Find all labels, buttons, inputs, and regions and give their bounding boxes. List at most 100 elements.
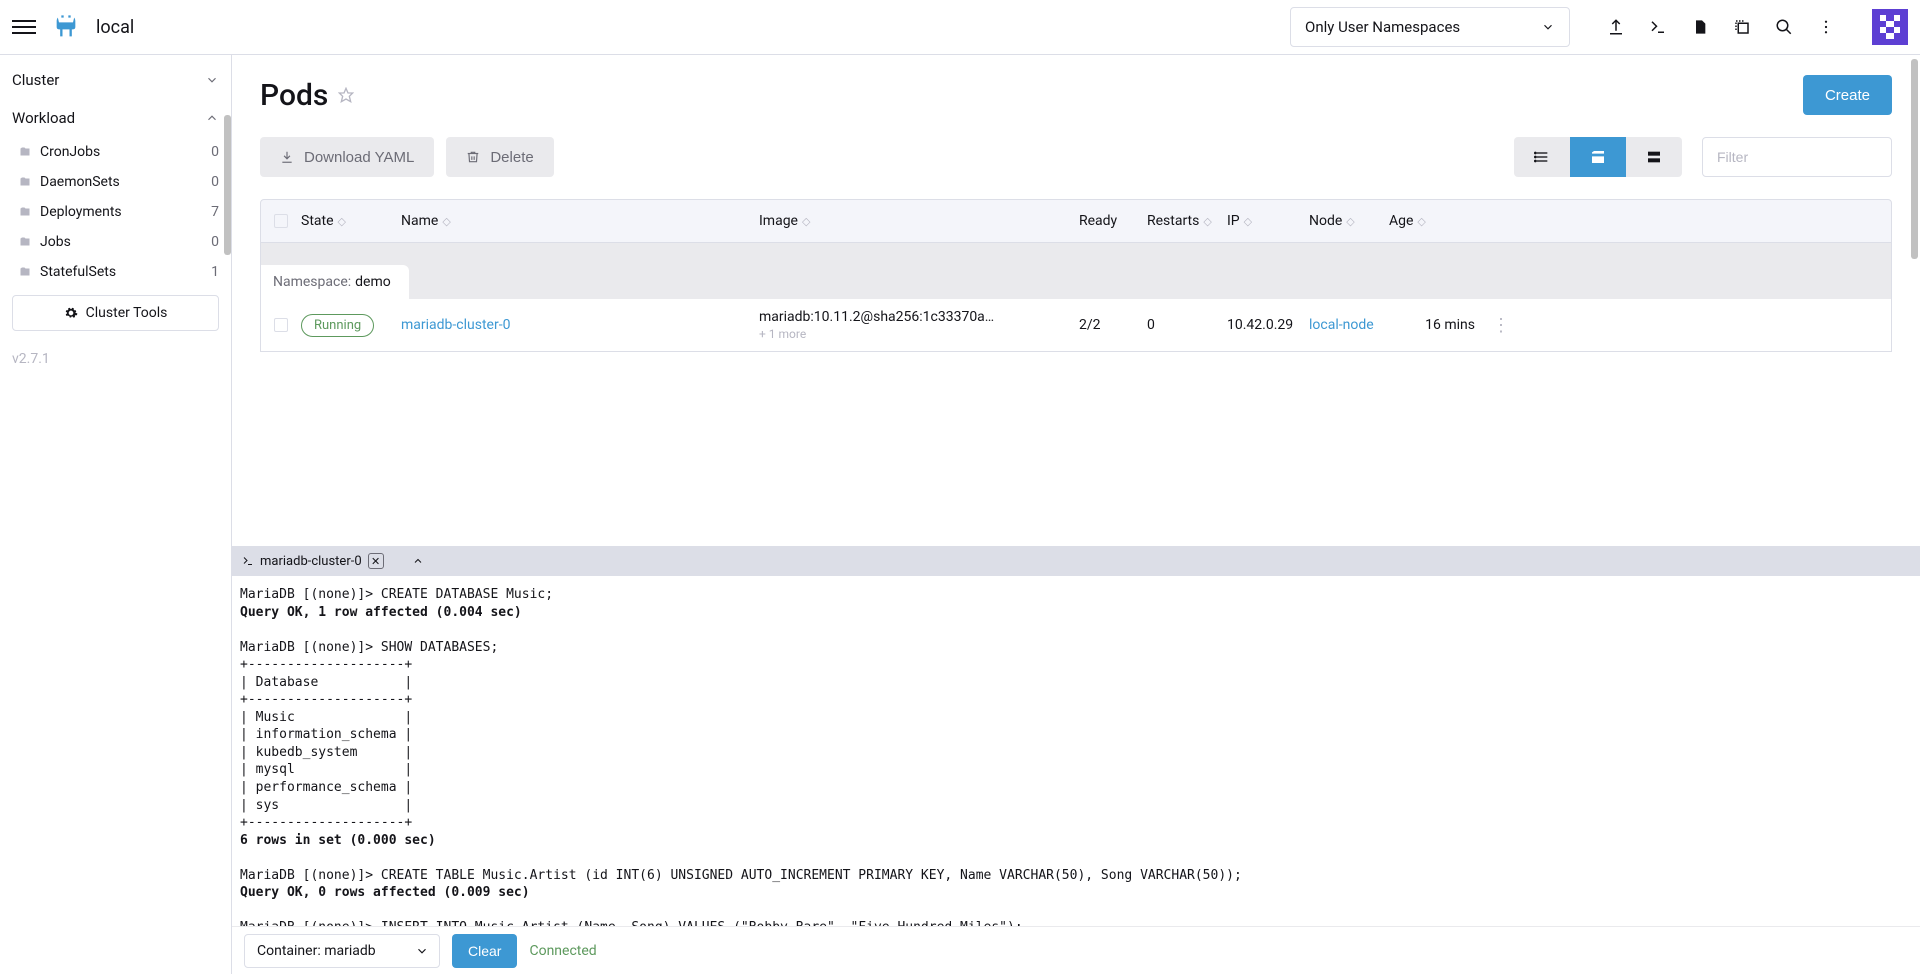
ip-value: 10.42.0.29 (1227, 317, 1309, 333)
body: Cluster Workload CronJobs 0 DaemonSets 0 Dep… (0, 55, 1920, 974)
page-title: Pods (260, 78, 328, 113)
row-actions-menu[interactable]: ⋮ (1483, 315, 1519, 336)
create-button[interactable]: Create (1803, 75, 1892, 115)
chevron-down-icon (205, 73, 219, 87)
sidebar-item[interactable]: Jobs 0 (0, 227, 231, 257)
favorite-star-icon[interactable] (338, 87, 354, 103)
shell-tab[interactable]: mariadb-cluster-0 ✕ (242, 553, 384, 569)
sort-icon: ◇ (802, 216, 810, 227)
import-yaml-icon[interactable] (1606, 17, 1626, 37)
namespace-selector[interactable]: Only User Namespaces (1290, 7, 1570, 47)
select-all-checkbox[interactable] (274, 214, 288, 228)
delete-button[interactable]: Delete (446, 137, 553, 177)
scrollbar-thumb[interactable] (1911, 59, 1918, 259)
kebab-menu-icon[interactable] (1816, 17, 1836, 37)
breadcrumb[interactable]: local (96, 17, 134, 38)
app-header: local Only User Namespaces (0, 0, 1920, 55)
clear-button[interactable]: Clear (452, 934, 517, 968)
sort-icon: ◇ (338, 216, 346, 227)
pod-name-link[interactable]: mariadb-cluster-0 (401, 317, 510, 333)
shell-tab-label: mariadb-cluster-0 (260, 554, 362, 569)
sidebar-item-label: DaemonSets (40, 174, 120, 190)
sort-icon: ◇ (1417, 216, 1425, 227)
col-image[interactable]: Image◇ (759, 213, 1079, 229)
folder-icon (18, 236, 32, 248)
namespace-tab[interactable]: Namespace: demo (261, 265, 409, 299)
sidebar-item-label: Jobs (40, 234, 71, 250)
sidebar: Cluster Workload CronJobs 0 DaemonSets 0 Dep… (0, 55, 232, 974)
sidebar-item-label: StatefulSets (40, 264, 116, 280)
table-row: Running mariadb-cluster-0 mariadb:10.11.… (260, 299, 1892, 352)
col-ip[interactable]: IP◇ (1227, 213, 1309, 229)
col-name[interactable]: Name◇ (401, 213, 759, 229)
shell-expand-icon[interactable] (412, 555, 424, 567)
kubectl-shell-icon[interactable] (1648, 17, 1668, 37)
close-tab-button[interactable]: ✕ (368, 553, 384, 569)
sort-icon: ◇ (1203, 216, 1211, 227)
view-toggle (1514, 137, 1682, 177)
chevron-down-icon (415, 944, 429, 958)
download-yaml-button[interactable]: Download YAML (260, 137, 434, 177)
sidebar-group-label: Cluster (12, 71, 59, 89)
state-badge: Running (301, 314, 374, 337)
folder-icon (18, 206, 32, 218)
namespace-group-row: Namespace: demo (260, 243, 1892, 299)
file-icon[interactable] (1690, 17, 1710, 37)
filter-input[interactable] (1702, 137, 1892, 177)
terminal-icon (242, 555, 254, 567)
chevron-up-icon (205, 111, 219, 125)
sidebar-item-count: 0 (211, 174, 219, 190)
scrollbar-thumb[interactable] (224, 115, 231, 255)
main-content: Pods Create Download YAML Delete (232, 55, 1920, 546)
sidebar-item-label: Deployments (40, 204, 122, 220)
terminal-output[interactable]: MariaDB [(none)]> CREATE DATABASE Music;… (232, 576, 1920, 926)
cluster-tools-label: Cluster Tools (86, 305, 168, 321)
sidebar-item[interactable]: CronJobs 0 (0, 137, 231, 167)
folder-icon (18, 176, 32, 188)
sidebar-item-count: 7 (211, 204, 219, 220)
menu-toggle-button[interactable] (12, 15, 36, 39)
sidebar-group-cluster[interactable]: Cluster (0, 61, 231, 99)
copy-config-icon[interactable] (1732, 17, 1752, 37)
col-node[interactable]: Node◇ (1309, 213, 1389, 229)
row-checkbox[interactable] (274, 318, 288, 332)
rancher-logo-icon (52, 13, 80, 41)
sidebar-item[interactable]: DaemonSets 0 (0, 167, 231, 197)
sidebar-group-workload[interactable]: Workload (0, 99, 231, 137)
folder-icon (18, 146, 32, 158)
folder-icon (18, 266, 32, 278)
download-yaml-label: Download YAML (304, 149, 414, 166)
sidebar-item[interactable]: Deployments 7 (0, 197, 231, 227)
table-header: State◇ Name◇ Image◇ Ready Restarts◇ IP◇ … (260, 199, 1892, 243)
sort-icon: ◇ (442, 216, 450, 227)
sidebar-item-count: 0 (211, 234, 219, 250)
gear-icon (64, 306, 78, 320)
age-value: 16 mins (1389, 317, 1483, 333)
node-link[interactable]: local-node (1309, 317, 1374, 333)
restarts-value: 0 (1147, 317, 1227, 333)
cluster-tools-button[interactable]: Cluster Tools (12, 295, 219, 331)
view-compact-button[interactable] (1626, 137, 1682, 177)
sidebar-item-count: 1 (211, 264, 219, 280)
shell-footer: Container: mariadb Clear Connected (232, 926, 1920, 974)
connection-status: Connected (529, 943, 596, 959)
shell-tab-bar: mariadb-cluster-0 ✕ (232, 546, 1920, 576)
image-text: mariadb:10.11.2@sha256:1c33370a… (759, 309, 1079, 325)
main: Pods Create Download YAML Delete (232, 55, 1920, 974)
view-flat-button[interactable] (1514, 137, 1570, 177)
view-namespace-button[interactable] (1570, 137, 1626, 177)
search-icon[interactable] (1774, 17, 1794, 37)
image-more: + 1 more (759, 327, 1079, 341)
sidebar-item[interactable]: StatefulSets 1 (0, 257, 231, 287)
sidebar-group-label: Workload (12, 109, 75, 127)
delete-label: Delete (490, 149, 533, 166)
col-ready[interactable]: Ready (1079, 213, 1147, 229)
col-state[interactable]: State◇ (301, 213, 401, 229)
col-restarts[interactable]: Restarts◇ (1147, 213, 1227, 229)
sidebar-item-count: 0 (211, 144, 219, 160)
col-age[interactable]: Age◇ (1389, 213, 1483, 229)
provider-logo-icon (1872, 9, 1908, 45)
container-select[interactable]: Container: mariadb (244, 934, 440, 968)
sidebar-item-label: CronJobs (40, 144, 100, 160)
trash-icon (466, 150, 480, 164)
